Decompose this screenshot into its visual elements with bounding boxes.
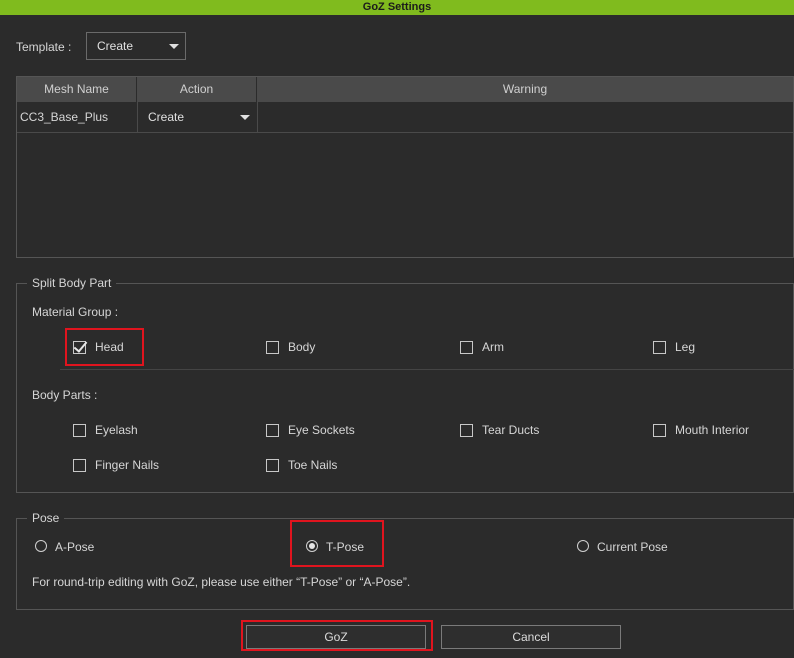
row-divider — [17, 132, 793, 133]
toe-nails-checkbox[interactable] — [266, 459, 279, 472]
t-pose-label: T-Pose — [326, 540, 365, 554]
column-header-warning[interactable]: Warning — [257, 77, 793, 102]
leg-checkbox[interactable] — [653, 341, 666, 354]
column-header-mesh-name[interactable]: Mesh Name — [17, 77, 137, 102]
a-pose-radio[interactable] — [35, 540, 47, 552]
body-parts-label: Body Parts : — [32, 388, 98, 402]
a-pose-label: A-Pose — [55, 540, 95, 554]
body-checkbox[interactable] — [266, 341, 279, 354]
eye-sockets-checkbox[interactable] — [266, 424, 279, 437]
head-label: Head — [95, 340, 124, 354]
action-value: Create — [148, 110, 185, 124]
mouth-interior-checkbox[interactable] — [653, 424, 666, 437]
goz-button[interactable]: GoZ — [246, 625, 426, 649]
body-label: Body — [288, 340, 316, 354]
chevron-down-icon — [169, 44, 179, 49]
split-body-part-legend: Split Body Part — [32, 276, 112, 290]
arm-label: Arm — [482, 340, 504, 354]
mesh-name-cell: CC3_Base_Plus — [20, 110, 109, 124]
pose-legend: Pose — [32, 511, 60, 525]
cell-divider — [257, 102, 258, 132]
chevron-down-icon — [240, 115, 250, 120]
window-title: GoZ Settings — [0, 0, 794, 15]
t-pose-radio[interactable] — [306, 540, 318, 552]
mesh-table: Mesh Name Action Warning CC3_Base_Plus C… — [16, 76, 794, 258]
finger-nails-label: Finger Nails — [95, 458, 160, 472]
mouth-interior-label: Mouth Interior — [675, 423, 750, 437]
section-divider — [60, 369, 794, 370]
column-header-action[interactable]: Action — [137, 77, 257, 102]
pose-note: For round-trip editing with GoZ, please … — [32, 575, 411, 589]
eyelash-label: Eyelash — [95, 423, 138, 437]
pose-group: Pose — [16, 511, 794, 610]
tear-ducts-checkbox[interactable] — [460, 424, 473, 437]
material-group-label: Material Group : — [32, 305, 119, 319]
head-checkbox[interactable] — [73, 341, 86, 354]
action-dropdown[interactable]: Create — [138, 103, 256, 131]
template-value: Create — [97, 39, 134, 53]
cancel-button[interactable]: Cancel — [441, 625, 621, 649]
eyelash-checkbox[interactable] — [73, 424, 86, 437]
eye-sockets-label: Eye Sockets — [288, 423, 355, 437]
current-pose-label: Current Pose — [597, 540, 668, 554]
tear-ducts-label: Tear Ducts — [482, 423, 540, 437]
current-pose-radio[interactable] — [577, 540, 589, 552]
template-label: Template : — [16, 40, 72, 54]
leg-label: Leg — [675, 340, 696, 354]
template-dropdown[interactable]: Create — [86, 32, 186, 60]
toe-nails-label: Toe Nails — [288, 458, 338, 472]
finger-nails-checkbox[interactable] — [73, 459, 86, 472]
arm-checkbox[interactable] — [460, 341, 473, 354]
